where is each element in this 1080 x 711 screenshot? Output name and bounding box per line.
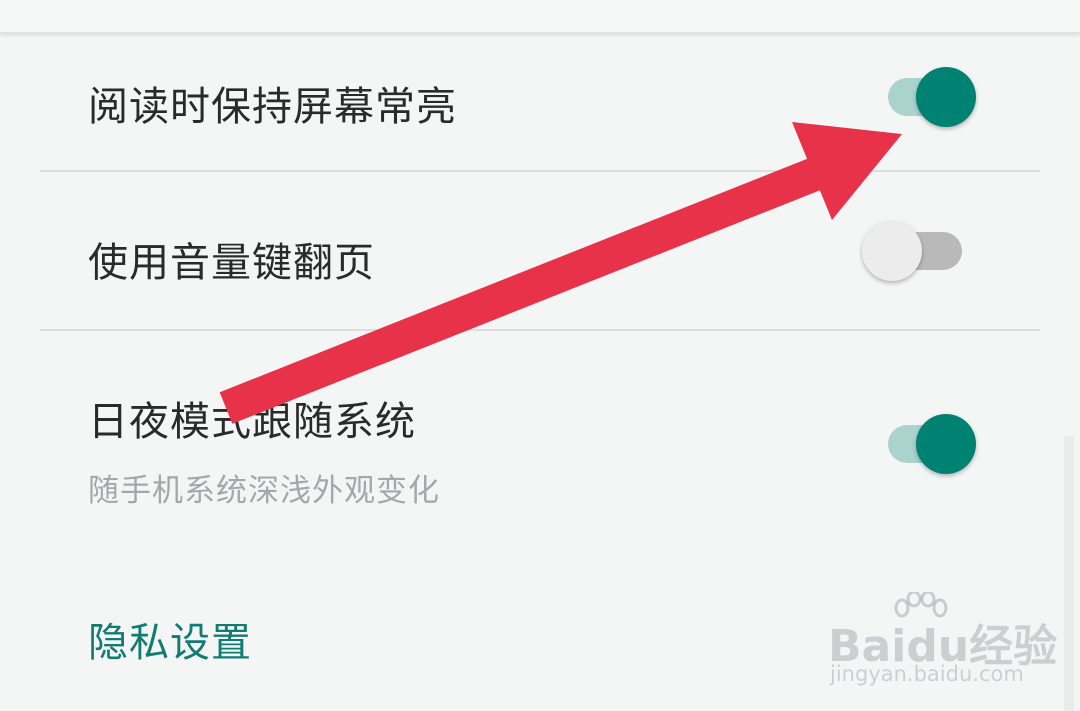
baidu-jingyan-watermark: Baidu经验 jingyan.baidu.com <box>828 592 1057 692</box>
watermark-url: jingyan.baidu.com <box>830 662 1024 686</box>
